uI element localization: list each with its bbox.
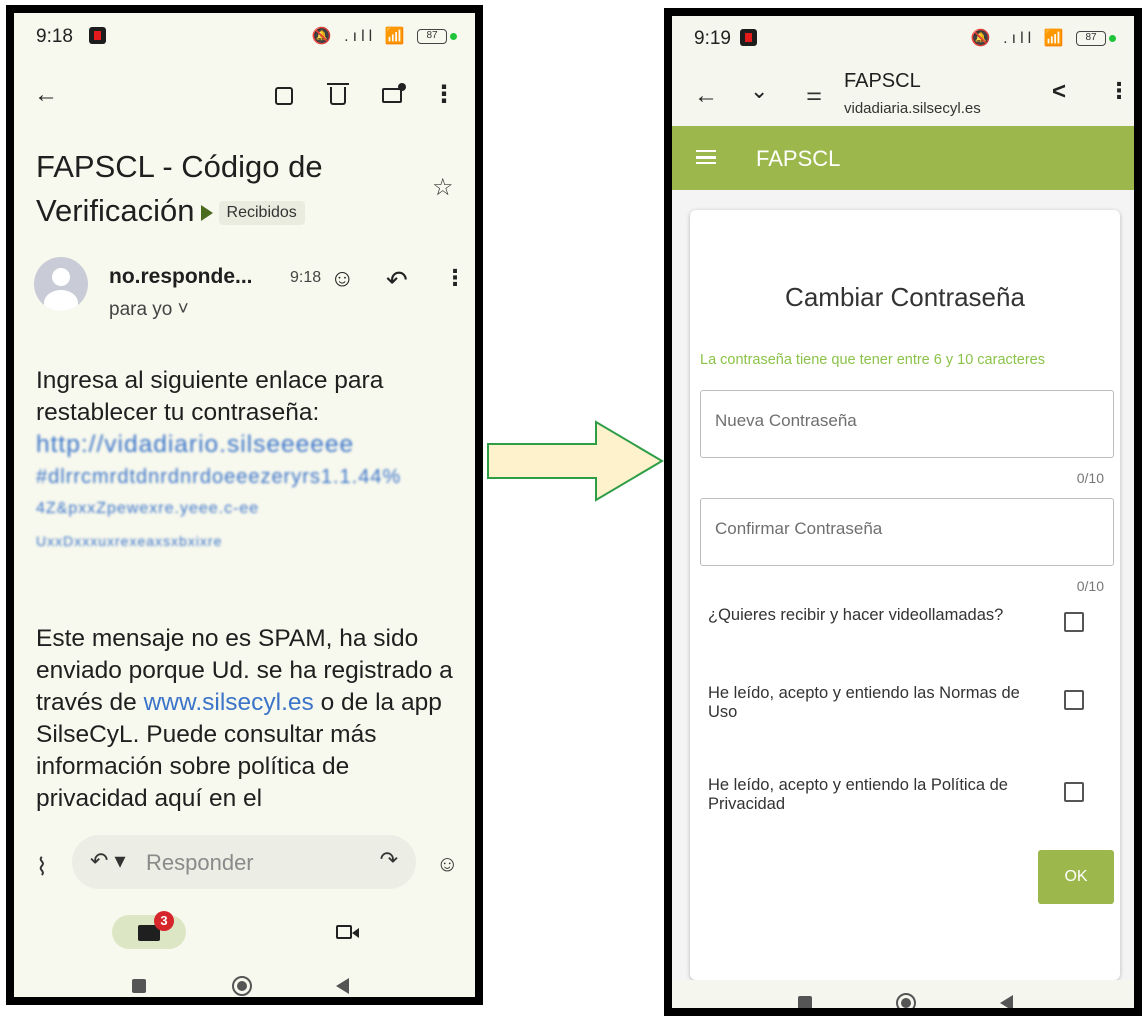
back-nav-icon[interactable] — [1000, 995, 1013, 1008]
mail-tab[interactable]: 3 — [112, 911, 186, 949]
back-nav-icon[interactable] — [336, 978, 349, 994]
reply-emoji-icon[interactable]: ☺ — [436, 851, 458, 877]
back-arrow-icon[interactable]: ← — [30, 79, 62, 111]
email-subject: FAPSCL - Código de Verificación Recibidos — [36, 145, 416, 233]
reply-icon[interactable]: ↶ — [386, 265, 408, 296]
site-settings-icon[interactable]: ⚌ — [806, 84, 822, 105]
new-password-input[interactable] — [715, 411, 1095, 431]
new-password-counter: 0/10 — [1076, 470, 1104, 486]
privacy-dot-icon — [450, 33, 457, 41]
browser-back-icon[interactable]: ← — [694, 82, 718, 110]
home-nav-icon[interactable] — [232, 976, 252, 996]
page-url[interactable]: vidadiaria.silsecyl.es — [844, 100, 981, 117]
subject-line-2: Verificación — [36, 193, 195, 228]
archive-icon[interactable] — [268, 79, 300, 111]
privacy-checkbox[interactable] — [1064, 782, 1084, 802]
subject-line-1: FAPSCL - Código de — [36, 149, 323, 184]
signal-wifi-icons: 🔕 .ıll 📶 — [311, 28, 409, 45]
reply-mode-icon[interactable]: ↶ ▾ — [90, 848, 126, 874]
confirm-password-counter: 0/10 — [1076, 578, 1104, 594]
reset-link-line-3[interactable]: 4Z&pxxZpewexre.yeee.c-ee — [36, 493, 466, 525]
browser-toolbar: ← ⌄ ⚌ FAPSCL vidadiaria.silsecyl.es < ⋮ — [672, 56, 1134, 126]
recents-nav-icon[interactable] — [132, 979, 146, 993]
signal-wifi-icons: 🔕 .ıll 📶 — [970, 30, 1068, 47]
netflix-notification-icon — [740, 29, 757, 46]
message-more-icon[interactable]: ⋮ — [444, 265, 466, 291]
recipient-details[interactable]: para yo ˅ — [109, 299, 189, 321]
inbox-label-chip[interactable]: Recibidos — [218, 200, 305, 225]
password-hint: La contraseña tiene que tener entre 6 y … — [700, 352, 1045, 368]
reply-placeholder[interactable]: Responder — [146, 850, 254, 876]
attach-icon[interactable]: ⌇ — [36, 853, 48, 882]
privacy-option-label: He leído, acepto y entiendo la Política … — [708, 776, 1008, 813]
unread-badge: 3 — [154, 911, 174, 931]
bottom-tabs: 3 — [14, 911, 475, 959]
status-time: 9:18 — [36, 26, 73, 47]
forward-icon[interactable]: ↷ — [380, 847, 398, 873]
new-password-field[interactable] — [700, 390, 1114, 458]
reset-link-line-2[interactable]: #dlrrcmrdtdnrdnrdoeeezeryrs1.1.44% — [36, 461, 466, 493]
chevron-down-icon[interactable]: ⌄ — [750, 78, 768, 104]
system-nav-bar — [672, 980, 1134, 1008]
email-intro-text: Ingresa al siguiente enlace para restabl… — [36, 367, 384, 426]
ok-button[interactable]: OK — [1038, 850, 1114, 904]
email-body-disclaimer: Este mensaje no es SPAM, ha sido enviado… — [36, 623, 466, 818]
status-time: 9:19 — [694, 28, 731, 49]
home-nav-icon[interactable] — [896, 993, 916, 1008]
recents-nav-icon[interactable] — [798, 996, 812, 1008]
email-body-link-paragraph: Ingresa al siguiente enlace para restabl… — [36, 365, 466, 557]
page-title: FAPSCL — [844, 70, 921, 92]
status-bar: 9:19 🔕 .ıll 📶 87 — [672, 16, 1134, 56]
status-icons: 🔕 .ıll 📶 87 — [971, 28, 1116, 48]
comparison-stage: 9:18 🔕 .ıll 📶 87 ← ⋮ FAPSCL - Código de … — [0, 0, 1146, 1021]
app-title: FAPSCL — [756, 146, 841, 171]
delete-icon[interactable] — [322, 79, 354, 111]
silsecyl-website-link[interactable]: www.silsecyl.es — [144, 689, 314, 716]
browser-menu-icon[interactable]: ⋮ — [1108, 78, 1130, 104]
email-toolbar: ← ⋮ — [14, 79, 475, 119]
status-icons: 🔕 .ıll 📶 87 — [312, 26, 457, 46]
add-reaction-icon[interactable]: ☺ — [330, 265, 355, 293]
important-marker-icon[interactable] — [200, 204, 213, 221]
browser-phone-screenshot: 9:19 🔕 .ıll 📶 87 ← ⌄ ⚌ FAPSCL vidadiaria… — [664, 8, 1142, 1016]
mark-unread-icon[interactable] — [376, 79, 408, 111]
app-header: FAPSCL — [672, 126, 1134, 190]
reset-link-line-1[interactable]: http://vidadiario.silseeeeee — [36, 429, 466, 461]
battery-icon: 87 — [1076, 31, 1106, 47]
confirm-password-input[interactable] — [715, 519, 1095, 539]
more-options-icon[interactable]: ⋮ — [428, 79, 460, 111]
transition-arrow-icon — [487, 420, 664, 502]
terms-checkbox[interactable] — [1064, 690, 1084, 710]
sender-name[interactable]: no.responde... — [109, 265, 253, 289]
hamburger-menu-icon[interactable] — [696, 150, 716, 164]
reset-link-line-4[interactable]: UxxDxxxuxrexeaxsxbxixre — [36, 525, 466, 557]
reply-bar: ⌇ ↶ ▾ Responder ↷ ☺ — [14, 815, 475, 911]
videocall-option-label: ¿Quieres recibir y hacer videollamadas? — [708, 606, 1004, 624]
card-title: Cambiar Contraseña — [785, 282, 1025, 312]
email-time: 9:18 — [290, 269, 322, 286]
system-nav-bar — [14, 959, 475, 997]
sender-avatar[interactable] — [34, 257, 88, 311]
battery-icon: 87 — [417, 29, 447, 45]
reply-input[interactable]: ↶ ▾ Responder ↷ — [72, 835, 416, 889]
terms-option-label: He leído, acepto y entiendo las Normas d… — [708, 684, 1020, 721]
star-icon[interactable]: ☆ — [432, 173, 454, 202]
status-bar: 9:18 🔕 .ıll 📶 87 — [14, 13, 475, 57]
privacy-dot-icon — [1109, 35, 1116, 43]
change-password-card: Cambiar Contraseña La contraseña tiene q… — [690, 210, 1120, 980]
confirm-password-field[interactable] — [700, 498, 1114, 566]
meet-video-icon[interactable] — [336, 925, 359, 939]
netflix-notification-icon — [89, 27, 106, 44]
videocall-checkbox[interactable] — [1064, 612, 1084, 632]
gmail-phone-screenshot: 9:18 🔕 .ıll 📶 87 ← ⋮ FAPSCL - Código de … — [6, 5, 483, 1005]
share-icon[interactable]: < — [1052, 78, 1066, 106]
